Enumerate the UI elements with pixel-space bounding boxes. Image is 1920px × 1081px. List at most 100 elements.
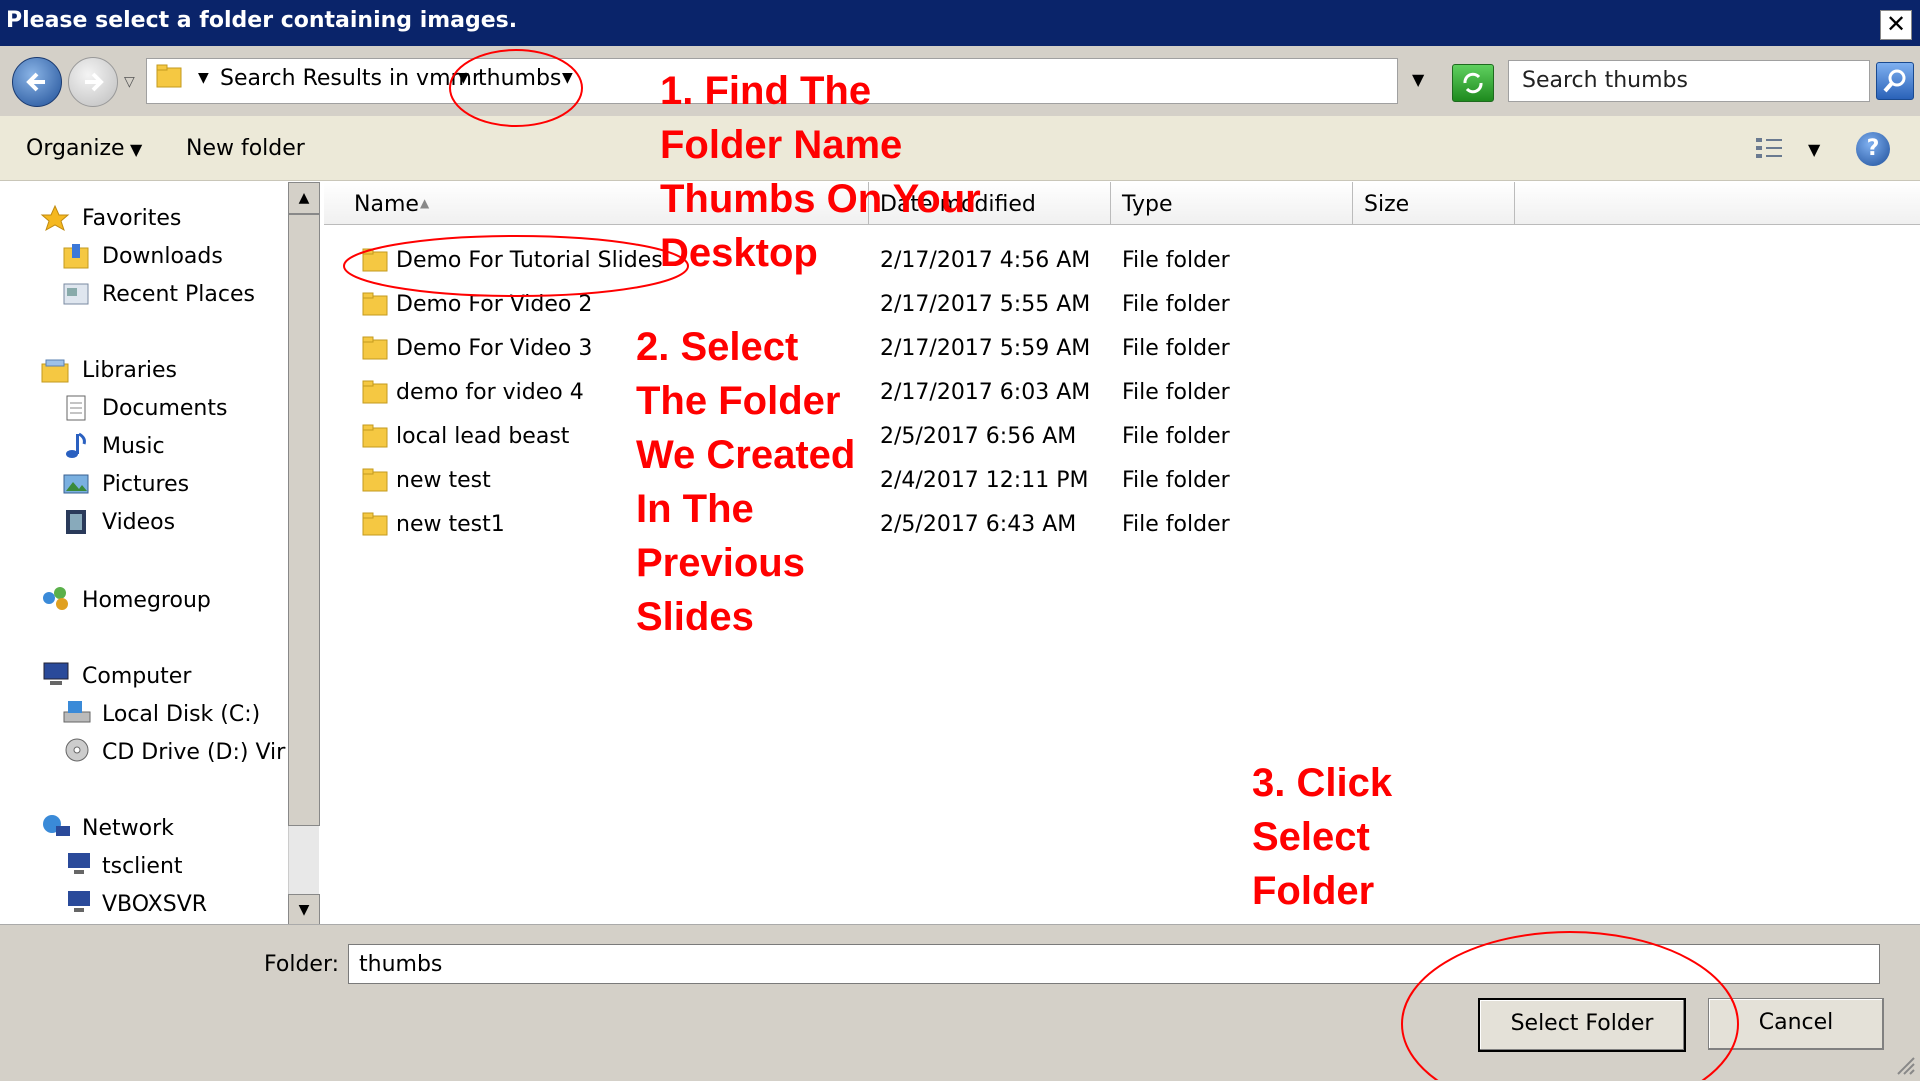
local-disk-icon <box>63 701 91 723</box>
sort-ascending-icon: ▲ <box>420 196 430 210</box>
nav-vboxsvr[interactable]: VBOXSVR <box>102 892 207 917</box>
refresh-button[interactable] <box>1452 64 1494 102</box>
folder-icon <box>362 248 388 272</box>
libraries-icon <box>41 359 69 383</box>
file-name[interactable]: Demo For Tutorial Slides <box>396 248 663 273</box>
annotation-line: 2. Select <box>636 325 799 369</box>
search-placeholder: Search thumbs <box>1522 68 1688 93</box>
view-options-icon[interactable] <box>1754 134 1786 164</box>
file-type: File folder <box>1122 248 1230 273</box>
file-date: 2/5/2017 6:56 AM <box>880 424 1077 449</box>
nav-cd-drive[interactable]: CD Drive (D:) Virtu <box>102 740 286 765</box>
breadcrumb-thumbs[interactable]: thumbs <box>478 66 561 91</box>
file-name[interactable]: local lead beast <box>396 424 569 449</box>
nav-pictures[interactable]: Pictures <box>102 472 189 497</box>
scroll-down-arrow-icon[interactable]: ▼ <box>288 894 320 926</box>
column-header-type[interactable]: Type <box>1122 192 1173 217</box>
breadcrumb-search-results[interactable]: Search Results in vmmr <box>220 66 481 91</box>
breadcrumb-dropdown-icon[interactable]: ▼ <box>562 70 573 86</box>
pictures-icon <box>63 474 89 494</box>
folder-icon <box>362 380 388 404</box>
select-folder-button[interactable]: Select Folder <box>1478 998 1686 1052</box>
file-type: File folder <box>1122 512 1230 537</box>
folder-icon <box>362 292 388 316</box>
annotation-line: Folder <box>1252 869 1375 913</box>
help-button[interactable]: ? <box>1856 132 1890 166</box>
annotation-line: 3. Click <box>1252 761 1393 805</box>
network-computer-icon <box>68 853 90 874</box>
file-type: File folder <box>1122 380 1230 405</box>
nav-documents[interactable]: Documents <box>102 396 227 421</box>
search-icon <box>1883 69 1906 93</box>
back-arrow-icon <box>26 72 45 92</box>
nav-music[interactable]: Music <box>102 434 165 459</box>
nav-local-disk[interactable]: Local Disk (C:) <box>102 702 260 727</box>
cd-drive-icon <box>65 738 89 762</box>
annotation-line: Thumbs On Your <box>660 177 981 221</box>
nav-libraries[interactable]: Libraries <box>82 358 177 383</box>
file-name[interactable]: demo for video 4 <box>396 380 584 405</box>
scroll-thumb[interactable] <box>288 214 320 826</box>
file-type: File folder <box>1122 468 1230 493</box>
column-header-name[interactable]: Name <box>354 192 419 217</box>
annotation-line: Previous <box>636 541 805 585</box>
organize-button[interactable]: Organize <box>26 136 125 161</box>
column-divider[interactable] <box>1110 182 1111 224</box>
cancel-button[interactable]: Cancel <box>1708 998 1884 1050</box>
annotation-step2: 2. Select The Folder We Created In The P… <box>636 320 855 644</box>
resize-grip-icon[interactable] <box>1894 1054 1916 1076</box>
scroll-up-arrow-icon[interactable]: ▲ <box>288 182 320 214</box>
nav-computer[interactable]: Computer <box>82 664 191 689</box>
annotation-line: Slides <box>636 595 754 639</box>
annotation-line: We Created <box>636 433 856 477</box>
computer-icon <box>43 662 69 685</box>
file-name[interactable]: Demo For Video 3 <box>396 336 592 361</box>
breadcrumb-arrow-icon[interactable]: ▼ <box>458 70 469 86</box>
refresh-icon <box>1463 72 1483 94</box>
folder-icon <box>156 64 182 88</box>
file-type: File folder <box>1122 424 1230 449</box>
file-date: 2/4/2017 12:11 PM <box>880 468 1089 493</box>
nav-recent-places[interactable]: Recent Places <box>102 282 255 307</box>
organize-dropdown-icon[interactable]: ▼ <box>130 140 142 159</box>
back-button[interactable] <box>12 57 62 107</box>
file-date: 2/17/2017 6:03 AM <box>880 380 1091 405</box>
file-type: File folder <box>1122 336 1230 361</box>
column-divider[interactable] <box>1352 182 1353 224</box>
nav-favorites[interactable]: Favorites <box>82 206 181 231</box>
annotation-line: Folder Name <box>660 123 903 167</box>
file-date: 2/5/2017 6:43 AM <box>880 512 1077 537</box>
close-button[interactable]: ✕ <box>1880 10 1912 40</box>
folder-name-input[interactable] <box>348 944 1880 984</box>
view-dropdown-icon[interactable]: ▼ <box>1808 140 1820 159</box>
homegroup-icon <box>43 587 68 610</box>
new-folder-button[interactable]: New folder <box>186 136 305 161</box>
file-name[interactable]: new test <box>396 468 491 493</box>
column-divider[interactable] <box>1514 182 1515 224</box>
folder-label: Folder: <box>264 952 340 977</box>
star-icon <box>40 204 70 232</box>
folder-icon <box>362 336 388 360</box>
nav-tsclient[interactable]: tsclient <box>102 854 183 879</box>
nav-homegroup[interactable]: Homegroup <box>82 588 211 613</box>
nav-videos[interactable]: Videos <box>102 510 175 535</box>
recent-places-icon <box>63 283 89 305</box>
videos-icon <box>66 510 86 534</box>
file-name[interactable]: new test1 <box>396 512 505 537</box>
history-dropdown-icon[interactable]: ▽ <box>124 74 135 90</box>
documents-icon <box>66 395 86 421</box>
file-name[interactable]: Demo For Video 2 <box>396 292 592 317</box>
annotation-line: Desktop <box>660 231 818 275</box>
search-button[interactable] <box>1876 62 1914 100</box>
file-date: 2/17/2017 5:55 AM <box>880 292 1091 317</box>
annotation-line: Select <box>1252 815 1370 859</box>
forward-button[interactable] <box>68 57 118 107</box>
network-computer-icon <box>68 891 90 912</box>
nav-downloads[interactable]: Downloads <box>102 244 223 269</box>
breadcrumb-arrow-icon[interactable]: ▼ <box>198 70 209 86</box>
nav-network[interactable]: Network <box>82 816 174 841</box>
column-header-size[interactable]: Size <box>1364 192 1409 217</box>
annotation-line: 1. Find The <box>660 69 872 113</box>
network-icon <box>43 815 70 836</box>
address-dropdown-icon[interactable]: ▼ <box>1412 70 1424 89</box>
